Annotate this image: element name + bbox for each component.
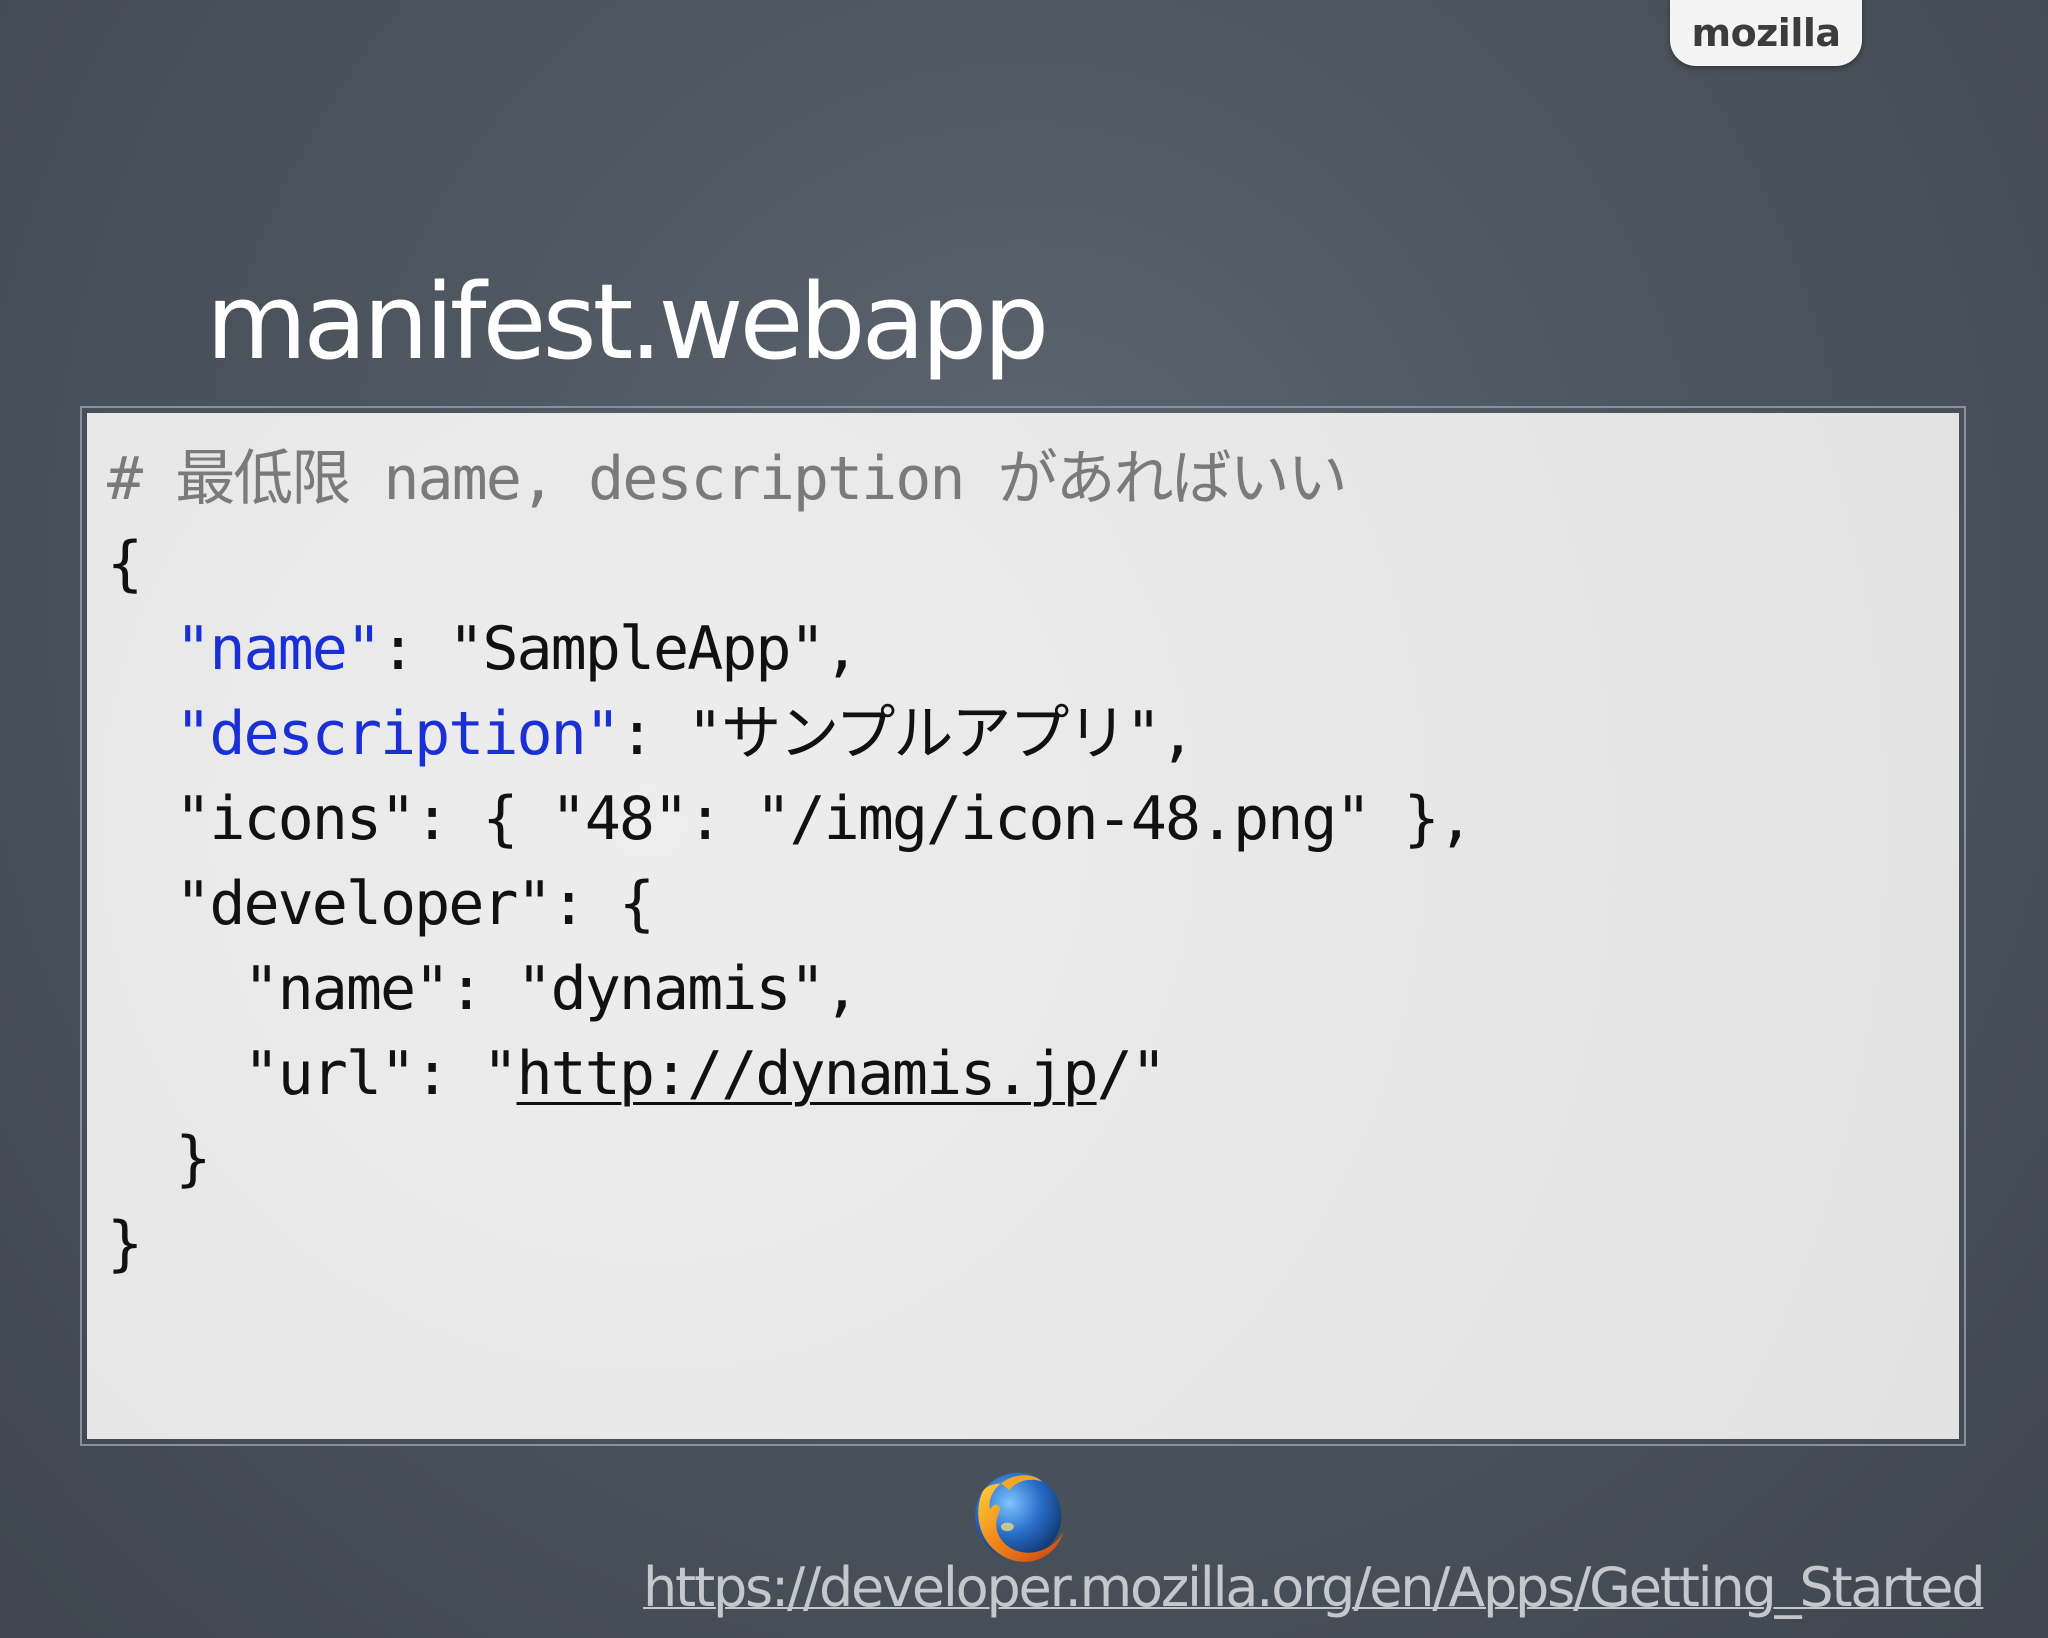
mozilla-tab-label: mozilla: [1691, 11, 1841, 55]
developer-url-link[interactable]: http://dynamis.jp: [516, 1039, 1098, 1109]
code-key-description: "description": [175, 699, 621, 769]
code-line-description: "description": "サンプルアプリ",: [107, 692, 1959, 777]
code-line-developer-url: "url": "http://dynamis.jp/": [107, 1032, 1959, 1117]
code-open-brace: {: [107, 529, 143, 599]
code-developer-name: "name": "dynamis",: [107, 954, 859, 1024]
code-developer-close: }: [107, 1124, 211, 1194]
code-line-open-brace: {: [107, 522, 1959, 607]
firefox-logo-icon: [974, 1472, 1064, 1562]
code-icons-entry: "icons": { "48": "/img/icon-48.png" },: [107, 784, 1474, 854]
code-key-name: "name": [175, 614, 382, 684]
code-url-prefix: "url": ": [107, 1039, 518, 1109]
code-url-suffix: /": [1096, 1039, 1167, 1109]
code-line-close-brace: }: [107, 1202, 1959, 1287]
code-line-developer-name: "name": "dynamis",: [107, 947, 1959, 1032]
code-line-name: "name": "SampleApp",: [107, 607, 1959, 692]
code-developer-open: "developer": {: [107, 869, 655, 939]
code-value-name: : "SampleApp",: [380, 614, 860, 684]
code-line-icons: "icons": { "48": "/img/icon-48.png" },: [107, 777, 1959, 862]
code-value-description: : "サンプルアプリ",: [618, 699, 1196, 769]
footer-url-link[interactable]: https://developer.mozilla.org/en/Apps/Ge…: [643, 1556, 1986, 1619]
mozilla-tab: mozilla: [1670, 0, 1862, 66]
code-line-developer: "developer": {: [107, 862, 1959, 947]
code-close-brace: }: [107, 1209, 143, 1279]
slide-title: manifest.webapp: [206, 261, 1049, 383]
code-line-developer-close: }: [107, 1117, 1959, 1202]
code-comment: # 最低限 name, description があればいい: [107, 444, 1348, 514]
code-block: # 最低限 name, description があればいい { "name":…: [87, 413, 1959, 1439]
code-line-comment: # 最低限 name, description があればいい: [107, 437, 1959, 522]
